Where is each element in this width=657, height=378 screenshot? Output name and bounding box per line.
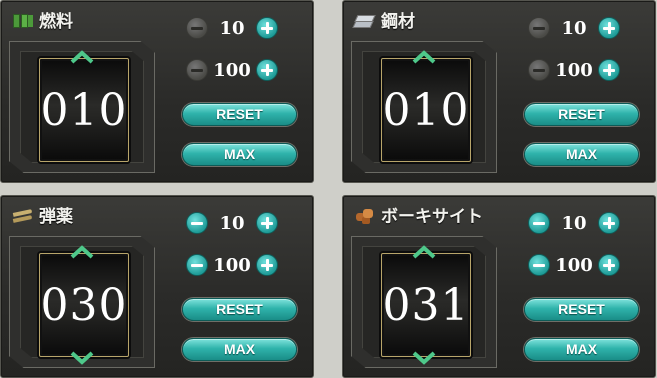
step-100-row: 100	[528, 254, 620, 276]
minus-100-button[interactable]	[528, 254, 550, 276]
decrease-arrow-icon[interactable]	[69, 351, 95, 365]
counter-value: 010	[40, 85, 128, 136]
counter-display: 030	[39, 253, 129, 357]
step-100-row: 100	[186, 59, 278, 81]
counter-display: 031	[381, 253, 471, 357]
step-100-row: 100	[186, 254, 278, 276]
max-button[interactable]: MAX	[182, 338, 297, 361]
increase-arrow-icon[interactable]	[69, 50, 95, 64]
reset-button[interactable]: RESET	[182, 103, 297, 126]
step-100-label: 100	[213, 59, 251, 81]
resource-name: 弾薬	[39, 207, 73, 227]
counter-frame: 010	[9, 41, 155, 173]
counter-frame: 010	[351, 41, 497, 173]
max-button[interactable]: MAX	[524, 143, 639, 166]
max-button[interactable]: MAX	[182, 143, 297, 166]
resource-title: 弾薬	[13, 202, 73, 227]
minus-10-button[interactable]	[528, 17, 550, 39]
resource-title: ボーキサイト	[355, 202, 483, 227]
decrease-arrow-icon[interactable]	[411, 351, 437, 365]
counter-value: 031	[382, 280, 470, 331]
max-button[interactable]: MAX	[524, 338, 639, 361]
resource-title: 燃料	[13, 7, 73, 32]
panel-fuel: 燃料 010 10 100 RESET MAX	[0, 0, 314, 183]
minus-100-button[interactable]	[186, 254, 208, 276]
minus-100-button[interactable]	[528, 59, 550, 81]
plus-10-button[interactable]	[256, 212, 278, 234]
counter-frame: 030	[9, 236, 155, 368]
minus-10-button[interactable]	[528, 212, 550, 234]
counter-value: 010	[382, 85, 470, 136]
step-100-label: 100	[213, 254, 251, 276]
counter-frame: 031	[351, 236, 497, 368]
step-10-label: 10	[561, 17, 587, 39]
increase-arrow-icon[interactable]	[411, 50, 437, 64]
increase-arrow-icon[interactable]	[411, 245, 437, 259]
step-100-label: 100	[555, 254, 593, 276]
plus-100-button[interactable]	[598, 59, 620, 81]
resource-title: 鋼材	[355, 7, 415, 32]
plus-100-button[interactable]	[598, 254, 620, 276]
fuel-icon	[13, 12, 33, 28]
resource-name: 鋼材	[381, 12, 415, 32]
panel-steel: 鋼材 010 10 100 RESET MAX	[342, 0, 656, 183]
panel-bauxite: ボーキサイト 031 10 100 RESET MAX	[342, 195, 656, 378]
panel-ammo: 弾薬 030 10 100 RESET MAX	[0, 195, 314, 378]
step-10-label: 10	[219, 212, 245, 234]
step-10-label: 10	[219, 17, 245, 39]
step-10-row: 10	[186, 212, 278, 234]
increase-arrow-icon[interactable]	[69, 245, 95, 259]
counter-value: 030	[40, 280, 128, 331]
plus-10-button[interactable]	[598, 17, 620, 39]
step-10-row: 10	[186, 17, 278, 39]
step-10-row: 10	[528, 212, 620, 234]
ammo-icon	[13, 207, 33, 223]
reset-button[interactable]: RESET	[524, 103, 639, 126]
counter-display: 010	[39, 58, 129, 162]
plus-100-button[interactable]	[256, 59, 278, 81]
reset-button[interactable]: RESET	[524, 298, 639, 321]
step-100-row: 100	[528, 59, 620, 81]
resource-name: ボーキサイト	[381, 207, 483, 227]
reset-button[interactable]: RESET	[182, 298, 297, 321]
bauxite-icon	[355, 207, 375, 223]
plus-10-button[interactable]	[256, 17, 278, 39]
plus-100-button[interactable]	[256, 254, 278, 276]
plus-10-button[interactable]	[598, 212, 620, 234]
step-10-row: 10	[528, 17, 620, 39]
steel-icon	[355, 12, 375, 28]
minus-10-button[interactable]	[186, 212, 208, 234]
minus-10-button[interactable]	[186, 17, 208, 39]
minus-100-button[interactable]	[186, 59, 208, 81]
counter-display: 010	[381, 58, 471, 162]
step-100-label: 100	[555, 59, 593, 81]
step-10-label: 10	[561, 212, 587, 234]
resource-name: 燃料	[39, 12, 73, 32]
